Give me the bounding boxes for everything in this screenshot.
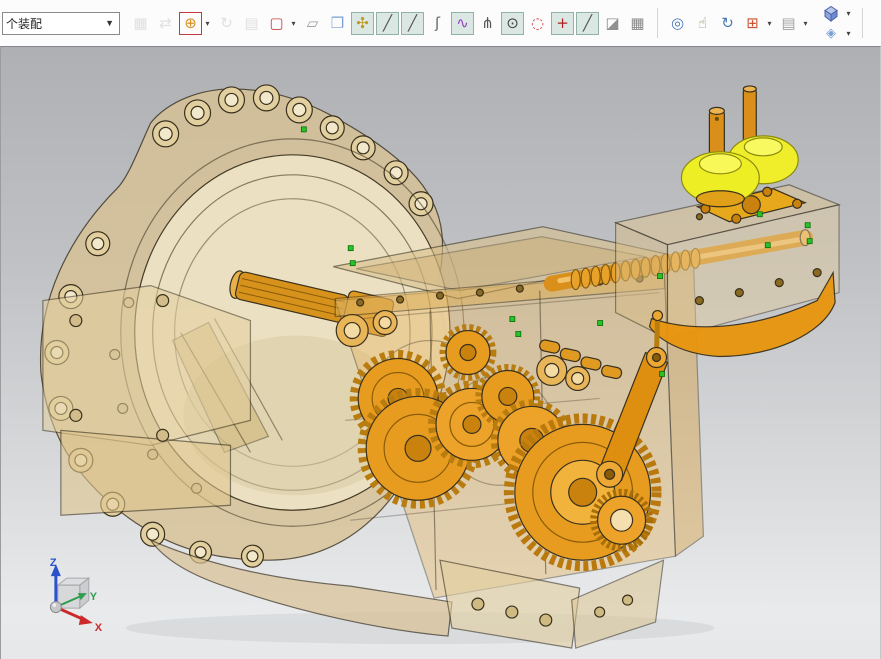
isometric-cube-icon [823,5,839,22]
point-set-button[interactable]: ▦ [626,12,649,35]
dropdown-caret-icon[interactable]: ▾ [844,29,853,38]
circle-points-button[interactable]: ◌ [526,12,549,35]
show-section-button[interactable]: ▱ [301,12,324,35]
point-on-face-button[interactable]: ◪ [601,12,624,35]
line-segment-icon: ╱ [583,16,592,31]
spline-icon: ∿ [456,16,469,31]
gearbox-model[interactable] [41,85,840,648]
move-object-icon: ✣ [356,16,369,31]
circle-button[interactable]: ⊙ [501,12,524,35]
section-eraser-icon: ▱ [307,16,319,31]
drag-component-icon: ↻ [220,16,233,31]
view-triad[interactable]: Y Z X [50,557,103,634]
visualization-button[interactable]: ▤ [777,12,800,35]
toolbar-items: ▦⇄⊕▾↻▤▢▾▱❒✣╱╱ʃ∿⋔⊙◌+╱◪▦◎☝↻⊞▾▤▾▾◈▾ [128,0,870,46]
point-on-curve-button[interactable]: ⋔ [476,12,499,35]
assembly-constraints-button[interactable]: ▦ [129,12,152,35]
pan-hand-icon: ☝ [698,16,707,31]
point-on-face-icon: ◪ [605,16,619,31]
render-style-button-row: ◈▾ [818,24,855,43]
rotate-view-button[interactable]: ↻ [716,12,739,35]
point-on-curve-icon: ⋔ [481,16,494,31]
assembly-scope-select[interactable]: 个装配 ▼ [2,12,120,35]
replace-component-icon: ⇄ [159,16,172,31]
isometric-view-button[interactable] [819,4,843,23]
select-rectangle-button[interactable]: ▢ [265,12,288,35]
circle-points-icon: ◌ [531,16,544,31]
main-toolbar: 个装配 ▼ ▦⇄⊕▾↻▤▢▾▱❒✣╱╱ʃ∿⋔⊙◌+╱◪▦◎☝↻⊞▾▤▾▾◈▾ [0,0,881,46]
zoom-region-button[interactable]: ◎ [666,12,689,35]
move-object-button[interactable]: ✣ [351,12,374,35]
point-set-icon: ▦ [630,16,644,31]
render-style-button[interactable]: ◈ [819,24,843,43]
line-icon: ╱ [383,16,392,31]
pan-button[interactable]: ☝ [691,12,714,35]
drag-component-button[interactable]: ↻ [215,12,238,35]
svg-text:X: X [95,622,103,634]
x-axis[interactable]: X [56,607,103,634]
dropdown-caret-icon[interactable]: ▾ [844,9,853,18]
edit-section-button[interactable]: ❒ [326,12,349,35]
move-component-button[interactable]: ⊕ [179,12,202,35]
dropdown-caret-icon[interactable]: ▾ [289,19,298,28]
combo-dropdown-icon[interactable]: ▼ [100,18,119,28]
shift-housing[interactable] [616,86,839,357]
line-point-button[interactable]: ╱ [401,12,424,35]
line-segment-button[interactable]: ╱ [576,12,599,35]
dropdown-caret-icon[interactable]: ▾ [801,19,810,28]
point-button[interactable]: + [551,12,574,35]
zoom-region-icon: ◎ [671,16,684,31]
fit-grid-icon: ⊞ [746,16,759,31]
line-button[interactable]: ╱ [376,12,399,35]
line-point-icon: ╱ [408,16,417,31]
selection-rectangle-icon: ▢ [269,16,283,31]
point-icon: + [556,16,569,31]
clip-section-icon: ❒ [331,16,344,31]
fit-view-button[interactable]: ⊞ [741,12,764,35]
assembly-pattern-button[interactable]: ▤ [240,12,263,35]
isometric-view-button-row: ▾ [818,4,855,23]
assembly-scope-value: 个装配 [3,15,42,32]
dropdown-caret-icon[interactable]: ▾ [765,19,774,28]
assembly-constraints-icon: ▦ [133,16,147,31]
arc-button[interactable]: ʃ [426,12,449,35]
view-button-stack: ▾◈▾ [818,4,855,43]
assembly-pattern-icon: ▤ [244,16,258,31]
toolbar-separator [862,8,863,38]
arc-icon: ʃ [435,16,440,31]
rotate-view-icon: ↻ [721,16,734,31]
render-style-icon: ◈ [826,27,836,40]
studio-spline-button[interactable]: ∿ [451,12,474,35]
visualization-icon: ▤ [781,16,795,31]
graphics-viewport[interactable]: Y Z X [0,46,881,659]
toolbar-separator [657,8,658,38]
model-canvas[interactable]: Y Z X [1,47,880,659]
replace-component-button[interactable]: ⇄ [154,12,177,35]
svg-text:Y: Y [90,591,98,603]
dropdown-caret-icon[interactable]: ▾ [203,19,212,28]
svg-text:Z: Z [50,557,57,569]
circle-icon: ⊙ [506,16,519,31]
move-component-icon: ⊕ [184,16,197,31]
